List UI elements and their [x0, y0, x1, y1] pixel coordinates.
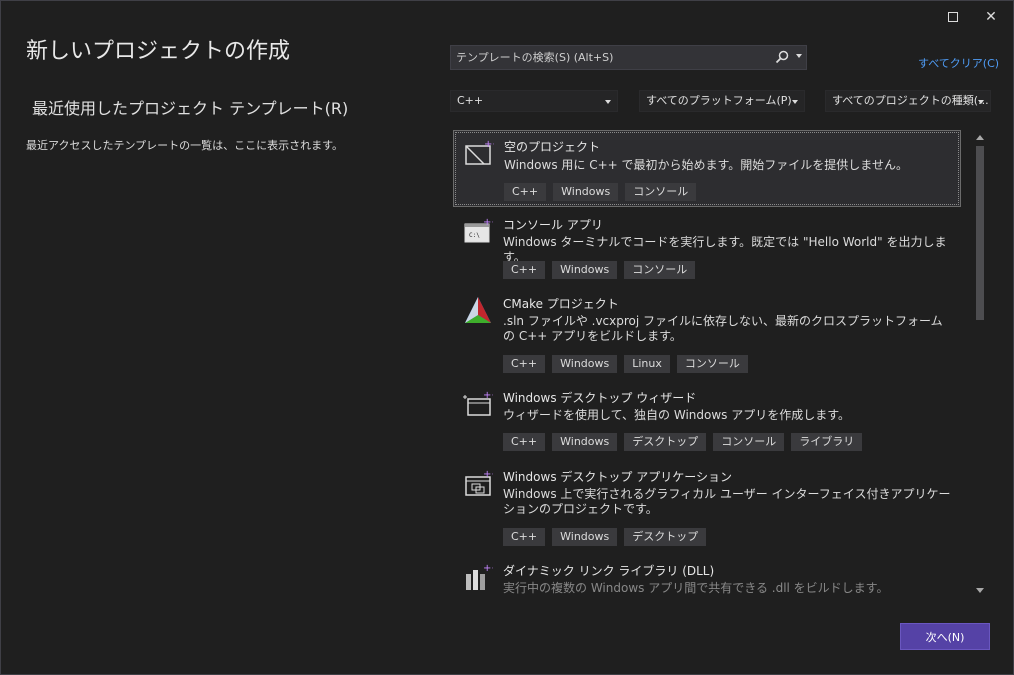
template-tags: C++ Windows デスクトップ: [503, 528, 707, 546]
tag: C++: [503, 355, 546, 373]
template-name: ダイナミック リンク ライブラリ (DLL): [503, 564, 715, 578]
project-type-filter-value: すべてのプロジェクトの種類(...: [832, 94, 989, 107]
template-search: [450, 45, 807, 70]
template-tags: C++ Windows デスクトップ コンソール ライブラリ: [503, 433, 863, 451]
svg-text:++: ++: [483, 217, 493, 228]
svg-text:++: ++: [484, 139, 494, 150]
language-filter[interactable]: C++: [450, 90, 618, 112]
chevron-down-icon: [605, 100, 611, 104]
empty-project-icon: ++: [465, 139, 494, 165]
template-description: Windows 用に C++ で最初から始めます。開始ファイルを提供しません。: [504, 158, 908, 172]
search-input[interactable]: [451, 46, 806, 69]
clear-all-link[interactable]: すべてクリア(C): [918, 55, 999, 71]
tag: デスクトップ: [624, 528, 707, 546]
search-options-chevron-icon[interactable]: [796, 54, 802, 58]
template-name: Windows デスクトップ ウィザード: [503, 391, 697, 405]
tag: ライブラリ: [791, 433, 863, 451]
template-list-scrollbar[interactable]: [972, 131, 988, 597]
tag: コンソール: [676, 355, 748, 373]
tag: Windows: [553, 183, 619, 201]
template-tags: C++ Windows コンソール: [503, 261, 696, 279]
new-project-dialog: ✕ 新しいプロジェクトの作成 最近使用したプロジェクト テンプレート(R) 最近…: [0, 0, 1014, 675]
scroll-up-icon[interactable]: [976, 135, 984, 140]
language-filter-value: C++: [457, 94, 484, 107]
desktop-app-icon: ++: [465, 469, 493, 496]
tag: コンソール: [625, 183, 697, 201]
template-name: 空のプロジェクト: [504, 140, 601, 154]
template-item-console-app[interactable]: C:\ ++ コンソール アプリ Windows ターミナルでコードを実行します…: [453, 210, 961, 286]
template-item-empty-project[interactable]: ++ 空のプロジェクト Windows 用に C++ で最初から始めます。開始フ…: [453, 130, 961, 207]
template-item-windows-desktop-wizard[interactable]: ++ Windows デスクトップ ウィザード ウィザードを使用して、独自の W…: [453, 383, 961, 459]
desktop-wizard-icon: ++: [463, 390, 493, 416]
template-name: Windows デスクトップ アプリケーション: [503, 470, 732, 484]
template-description: 実行中の複数の Windows アプリ間で共有できる .dll をビルドします。: [503, 581, 889, 595]
tag: Linux: [624, 355, 670, 373]
maximize-icon[interactable]: [939, 7, 967, 27]
chevron-down-icon: [792, 100, 798, 104]
tag: Windows: [552, 528, 618, 546]
tag: Windows: [552, 355, 618, 373]
tag: C++: [504, 183, 547, 201]
template-description: ウィザードを使用して、独自の Windows アプリを作成します。: [503, 408, 851, 422]
search-icon[interactable]: [774, 49, 790, 65]
tag: C++: [503, 433, 546, 451]
scrollbar-thumb[interactable]: [976, 146, 984, 320]
close-icon[interactable]: ✕: [977, 7, 1005, 27]
template-tags: C++ Windows Linux コンソール: [503, 355, 748, 373]
project-type-filter[interactable]: すべてのプロジェクトの種類(...: [825, 90, 991, 112]
tag: C++: [503, 261, 546, 279]
template-description: Windows 上で実行されるグラフィカル ユーザー インターフェイス付きアプリ…: [503, 487, 951, 516]
next-button[interactable]: 次へ(N): [900, 623, 990, 650]
template-item-windows-desktop-app[interactable]: ++ Windows デスクトップ アプリケーション Windows 上で実行さ…: [453, 462, 961, 554]
tag: コンソール: [624, 261, 696, 279]
tag: コンソール: [713, 433, 785, 451]
recent-templates-heading: 最近使用したプロジェクト テンプレート(R): [32, 99, 349, 118]
template-name: コンソール アプリ: [503, 218, 603, 232]
scroll-down-icon[interactable]: [976, 588, 984, 593]
dll-icon: ++: [466, 563, 493, 590]
tag: Windows: [552, 261, 618, 279]
svg-text:++: ++: [483, 390, 493, 401]
recent-templates-description: 最近アクセスしたテンプレートの一覧は、ここに表示されます。: [26, 139, 344, 152]
page-title: 新しいプロジェクトの作成: [26, 39, 291, 64]
console-app-icon: C:\ ++: [464, 217, 493, 243]
template-item-cmake-project[interactable]: CMake プロジェクト .sln ファイルや .vcxproj ファイルに依存…: [453, 289, 961, 381]
svg-text:++: ++: [483, 469, 493, 480]
svg-text:++: ++: [483, 563, 493, 574]
tag: Windows: [552, 433, 618, 451]
tag: C++: [503, 528, 546, 546]
template-description: .sln ファイルや .vcxproj ファイルに依存しない、最新のクロスプラッ…: [503, 314, 943, 343]
tag: デスクトップ: [624, 433, 707, 451]
chevron-down-icon: [978, 100, 984, 104]
template-name: CMake プロジェクト: [503, 297, 619, 311]
template-list: ++ 空のプロジェクト Windows 用に C++ で最初から始めます。開始フ…: [450, 128, 990, 599]
template-item-dll[interactable]: ++ ダイナミック リンク ライブラリ (DLL) 実行中の複数の Window…: [453, 556, 961, 599]
platform-filter[interactable]: すべてのプラットフォーム(P): [639, 90, 805, 112]
template-tags: C++ Windows コンソール: [504, 183, 697, 201]
platform-filter-value: すべてのプラットフォーム(P): [646, 94, 792, 107]
cmake-icon: [465, 297, 491, 323]
svg-text:C:\: C:\: [469, 232, 480, 239]
